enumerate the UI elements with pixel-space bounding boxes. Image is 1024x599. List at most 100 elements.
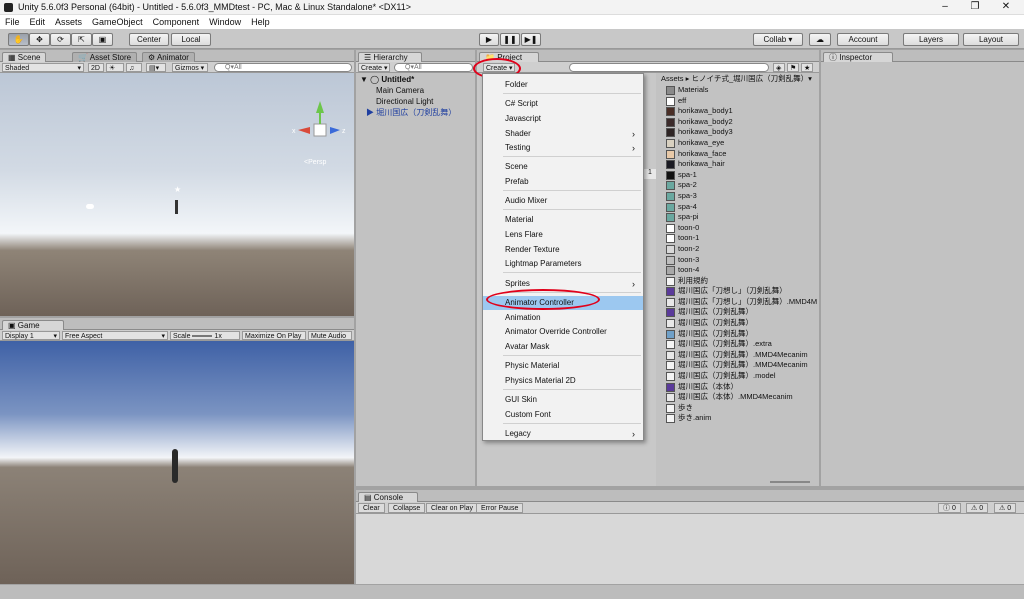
mute-audio-button[interactable]: Mute Audio: [308, 331, 352, 340]
scene-viewport[interactable]: z x <Persp ★: [0, 73, 354, 316]
asset-item[interactable]: spa-2: [666, 180, 819, 191]
cloud-icon[interactable]: ☁: [809, 33, 831, 46]
menu-item-folder[interactable]: Folder: [483, 78, 643, 92]
menu-gameobject[interactable]: GameObject: [87, 15, 148, 29]
asset-item[interactable]: toon-1: [666, 233, 819, 244]
menu-item-custom-font[interactable]: Custom Font: [483, 408, 643, 422]
asset-item[interactable]: spa-3: [666, 191, 819, 202]
menu-item-render-texture[interactable]: Render Texture: [483, 243, 643, 257]
scene-root[interactable]: ▼ ◯ Untitled*: [360, 74, 456, 85]
filter-label-icon[interactable]: ⚑: [787, 63, 799, 72]
asset-item[interactable]: 堀川国広「刀想し」（刀剣乱舞）: [666, 286, 819, 297]
layout-button[interactable]: Layout: [963, 33, 1019, 46]
menu-assets[interactable]: Assets: [50, 15, 87, 29]
tab-inspector[interactable]: ⓘ Inspector: [823, 52, 893, 62]
effects-toggle-icon[interactable]: ▤▾: [146, 63, 166, 72]
asset-item[interactable]: spa-pi: [666, 212, 819, 223]
favorite-star-icon[interactable]: ★: [801, 63, 813, 72]
hand-tool-icon[interactable]: ✋: [8, 33, 29, 46]
console-clear-on-play-button[interactable]: Clear on Play: [426, 503, 479, 513]
asset-item[interactable]: 堀川国広（刀剣乱舞）.MMD4Mecanim: [666, 360, 819, 371]
menu-edit[interactable]: Edit: [25, 15, 51, 29]
maximize-on-play-button[interactable]: Maximize On Play: [242, 331, 306, 340]
asset-item[interactable]: eff: [666, 96, 819, 107]
menu-item-animator-override-controller[interactable]: Animator Override Controller: [483, 325, 643, 339]
asset-item[interactable]: horikawa_eye: [666, 138, 819, 149]
menu-item-lens-flare[interactable]: Lens Flare: [483, 228, 643, 242]
asset-item[interactable]: 堀川国広（刀剣乱舞）: [666, 329, 819, 340]
persp-label[interactable]: <Persp: [304, 159, 326, 166]
menu-item-physics-material-2d[interactable]: Physics Material 2D: [483, 374, 643, 388]
rect-tool-icon[interactable]: ▣: [92, 33, 113, 46]
asset-item[interactable]: 利用規約: [666, 276, 819, 287]
asset-item[interactable]: toon-4: [666, 265, 819, 276]
console-log-area[interactable]: [356, 514, 1024, 584]
menu-item-material[interactable]: Material: [483, 213, 643, 227]
tab-scene[interactable]: ▦ Scene: [2, 52, 47, 62]
hierarchy-item-main-camera[interactable]: Main Camera: [360, 85, 456, 96]
gizmos-dropdown[interactable]: Gizmos ▾: [172, 63, 208, 72]
asset-item[interactable]: spa-4: [666, 202, 819, 213]
scene-search-input[interactable]: Q▾All: [214, 63, 352, 72]
error-count-toggle[interactable]: ⚠ 0: [994, 503, 1017, 513]
menu-file[interactable]: File: [0, 15, 25, 29]
move-tool-icon[interactable]: ✥: [29, 33, 50, 46]
mode-2d-button[interactable]: 2D: [88, 63, 104, 72]
asset-item[interactable]: 堀川国広（刀剣乱舞）: [666, 307, 819, 318]
asset-item[interactable]: 堀川国広（本体）.MMD4Mecanim: [666, 392, 819, 403]
filter-type-icon[interactable]: ◈: [773, 63, 785, 72]
asset-item[interactable]: horikawa_body1: [666, 106, 819, 117]
menu-component[interactable]: Component: [148, 15, 205, 29]
asset-item[interactable]: horikawa_body2: [666, 117, 819, 128]
project-breadcrumb[interactable]: Assets ▸ ヒノイチ式_堀川国広（刀剣乱舞）▾: [658, 73, 819, 84]
aspect-dropdown[interactable]: Free Aspect ▾: [62, 331, 168, 340]
pivot-local-button[interactable]: Local: [171, 33, 211, 46]
asset-item[interactable]: toon-3: [666, 255, 819, 266]
menu-item-physic-material[interactable]: Physic Material: [483, 359, 643, 373]
menu-item-avatar-mask[interactable]: Avatar Mask: [483, 340, 643, 354]
asset-item[interactable]: spa-1: [666, 170, 819, 181]
play-button[interactable]: ▶: [479, 33, 499, 46]
menu-item-javascript[interactable]: Javascript: [483, 112, 643, 126]
log-count-toggle[interactable]: ⓘ 0: [938, 503, 961, 513]
scale-tool-icon[interactable]: ⇱: [71, 33, 92, 46]
asset-item[interactable]: toon-0: [666, 223, 819, 234]
tab-console[interactable]: ▤ Console: [358, 492, 418, 502]
tab-project[interactable]: 📁 Project: [479, 52, 539, 62]
rotate-tool-icon[interactable]: ⟳: [50, 33, 71, 46]
menu-item-testing[interactable]: Testing ›: [483, 141, 643, 155]
console-collapse-button[interactable]: Collapse: [388, 503, 426, 513]
close-icon[interactable]: ✕: [993, 1, 1019, 14]
menu-item-legacy[interactable]: Legacy ›: [483, 427, 643, 441]
asset-item[interactable]: Materials: [666, 85, 819, 96]
menu-item-gui-skin[interactable]: GUI Skin: [483, 393, 643, 407]
asset-item[interactable]: toon-2: [666, 244, 819, 255]
asset-item[interactable]: 堀川国広（刀剣乱舞）: [666, 318, 819, 329]
audio-toggle-icon[interactable]: ♫: [126, 63, 142, 72]
menu-item-c-script[interactable]: C# Script: [483, 97, 643, 111]
asset-item[interactable]: 堀川国広（刀剣乱舞）.MMD4Mecanim: [666, 350, 819, 361]
maximize-icon[interactable]: ❐: [962, 1, 988, 14]
console-error-pause-button[interactable]: Error Pause: [476, 503, 524, 513]
menu-help[interactable]: Help: [246, 15, 275, 29]
menu-item-animation[interactable]: Animation: [483, 311, 643, 325]
menu-item-animator-controller[interactable]: Animator Controller: [483, 296, 643, 310]
scale-slider[interactable]: Scale 1x: [170, 331, 240, 340]
tab-game[interactable]: ▣ Game: [2, 320, 64, 330]
project-create-button[interactable]: Create ▾: [483, 63, 515, 72]
menu-item-scene[interactable]: Scene: [483, 160, 643, 174]
hierarchy-search-input[interactable]: Q▾All: [394, 63, 473, 72]
account-button[interactable]: Account: [837, 33, 889, 46]
tab-animator[interactable]: ⚙ Animator: [142, 52, 195, 62]
shading-mode-dropdown[interactable]: Shaded ▾: [2, 63, 84, 72]
icon-size-slider[interactable]: [770, 481, 810, 483]
step-button[interactable]: ▶❚: [521, 33, 541, 46]
pause-button[interactable]: ❚❚: [500, 33, 520, 46]
minimize-icon[interactable]: –: [932, 1, 958, 14]
asset-item[interactable]: horikawa_face: [666, 149, 819, 160]
menu-item-shader[interactable]: Shader ›: [483, 127, 643, 141]
menu-item-audio-mixer[interactable]: Audio Mixer: [483, 194, 643, 208]
asset-item[interactable]: 歩き.anim: [666, 413, 819, 424]
tab-hierarchy[interactable]: ☰ Hierarchy: [358, 52, 422, 62]
asset-item[interactable]: 堀川国広（刀剣乱舞）.model: [666, 371, 819, 382]
